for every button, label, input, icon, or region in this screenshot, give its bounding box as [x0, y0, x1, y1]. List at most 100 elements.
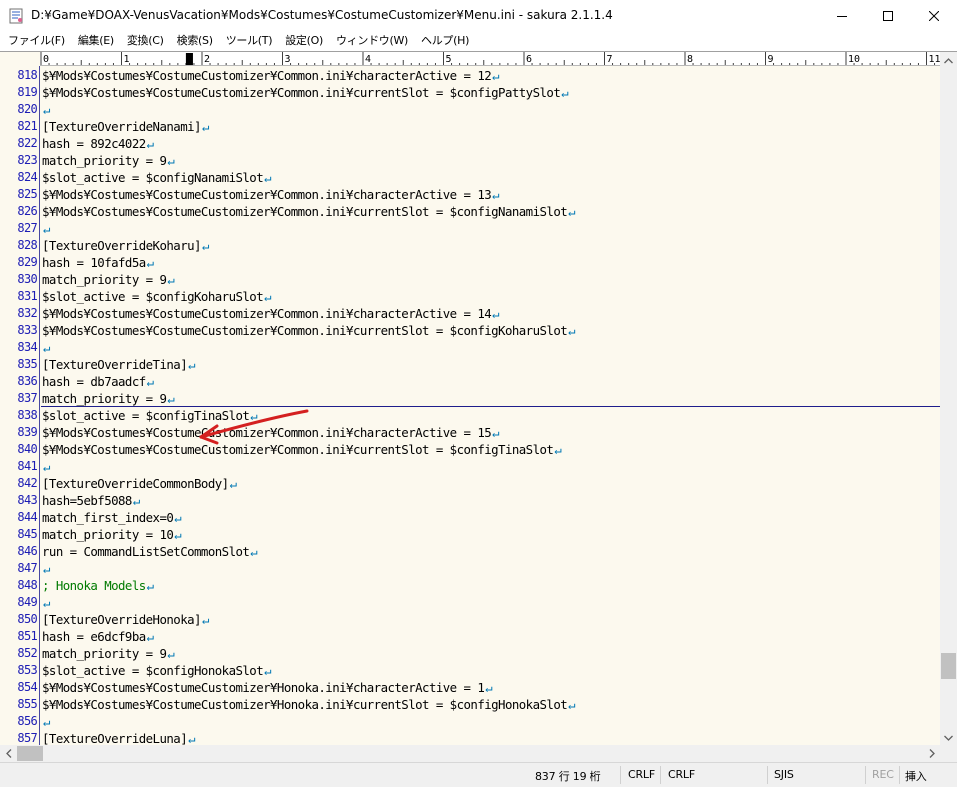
line-number[interactable]: 847: [0, 560, 37, 577]
insert-mode[interactable]: 挿入: [905, 768, 927, 784]
line-number[interactable]: 838: [0, 407, 37, 424]
line-number[interactable]: 834: [0, 339, 37, 356]
line-number[interactable]: 833: [0, 322, 37, 339]
sakura-app-icon[interactable]: [9, 8, 23, 24]
line-number[interactable]: 825: [0, 186, 37, 203]
code-line[interactable]: hash = db7aadcf↵: [42, 373, 154, 390]
code-line[interactable]: $¥Mods¥Costumes¥CostumeCustomizer¥Common…: [42, 186, 500, 203]
line-number[interactable]: 826: [0, 203, 37, 220]
code-line[interactable]: ↵: [42, 220, 50, 237]
code-line[interactable]: match_priority = 9↵: [42, 645, 175, 662]
line-number[interactable]: 822: [0, 135, 37, 152]
line-number[interactable]: 830: [0, 271, 37, 288]
line-number[interactable]: 820: [0, 101, 37, 118]
line-number[interactable]: 831: [0, 288, 37, 305]
line-number[interactable]: 818: [0, 67, 37, 84]
cursor-position[interactable]: 837 行 19 桁: [535, 768, 601, 784]
line-number[interactable]: 835: [0, 356, 37, 373]
code-line[interactable]: ↵: [42, 560, 50, 577]
line-number[interactable]: 828: [0, 237, 37, 254]
code-line[interactable]: [TextureOverrideTina]↵: [42, 356, 196, 373]
line-number[interactable]: 827: [0, 220, 37, 237]
code-line[interactable]: match_priority = 9↵: [42, 271, 175, 288]
code-line[interactable]: $slot_active = $configNanamiSlot↵: [42, 169, 272, 186]
line-number[interactable]: 837: [0, 390, 37, 407]
line-number[interactable]: 852: [0, 645, 37, 662]
code-line[interactable]: $¥Mods¥Costumes¥CostumeCustomizer¥Common…: [42, 305, 500, 322]
line-number[interactable]: 832: [0, 305, 37, 322]
line-number[interactable]: 851: [0, 628, 37, 645]
code-line[interactable]: ↵: [42, 594, 50, 611]
code-line[interactable]: ↵: [42, 458, 50, 475]
eol-type-2[interactable]: CRLF: [668, 768, 695, 781]
menu-file[interactable]: ファイル(F): [2, 31, 72, 51]
line-number[interactable]: 829: [0, 254, 37, 271]
menu-tools[interactable]: ツール(T): [220, 31, 280, 51]
code-line[interactable]: hash = 10fafd5a↵: [42, 254, 154, 271]
line-number[interactable]: 854: [0, 679, 37, 696]
menu-convert[interactable]: 変換(C): [121, 31, 171, 51]
code-line[interactable]: [TextureOverrideNanami]↵: [42, 118, 209, 135]
code-line[interactable]: match_priority = 10↵: [42, 526, 182, 543]
code-line[interactable]: match_priority = 9↵: [42, 152, 175, 169]
menu-search[interactable]: 検索(S): [171, 31, 220, 51]
code-line[interactable]: ↵: [42, 339, 50, 356]
menu-window[interactable]: ウィンドウ(W): [330, 31, 415, 51]
line-number[interactable]: 836: [0, 373, 37, 390]
line-number[interactable]: 849: [0, 594, 37, 611]
vertical-scroll-thumb[interactable]: [941, 653, 956, 679]
comment-line[interactable]: ; Honoka Models↵: [42, 577, 154, 594]
line-number[interactable]: 857: [0, 730, 37, 746]
scroll-down-button[interactable]: [940, 729, 957, 746]
code-line[interactable]: $¥Mods¥Costumes¥CostumeCustomizer¥Honoka…: [42, 679, 493, 696]
code-line[interactable]: match_first_index=0↵: [42, 509, 182, 526]
code-line[interactable]: $slot_active = $configHonokaSlot↵: [42, 662, 272, 679]
scroll-left-button[interactable]: [0, 745, 17, 762]
line-number[interactable]: 819: [0, 84, 37, 101]
code-line[interactable]: ↵: [42, 101, 50, 118]
line-number[interactable]: 840: [0, 441, 37, 458]
line-number[interactable]: 821: [0, 118, 37, 135]
horizontal-scroll-thumb[interactable]: [17, 746, 43, 761]
close-button[interactable]: [911, 0, 957, 31]
column-ruler[interactable]: 0 1 2 3 4 5 6 7 8 9 10 11: [40, 52, 940, 66]
line-number[interactable]: 842: [0, 475, 37, 492]
code-line[interactable]: $¥Mods¥Costumes¥CostumeCustomizer¥Common…: [42, 322, 576, 339]
line-number[interactable]: 855: [0, 696, 37, 713]
code-line[interactable]: $¥Mods¥Costumes¥CostumeCustomizer¥Common…: [42, 67, 500, 84]
line-number[interactable]: 850: [0, 611, 37, 628]
horizontal-scrollbar[interactable]: [0, 745, 940, 762]
line-number[interactable]: 848: [0, 577, 37, 594]
eol-type-1[interactable]: CRLF: [628, 768, 655, 781]
line-number[interactable]: 843: [0, 492, 37, 509]
line-number[interactable]: 845: [0, 526, 37, 543]
line-number[interactable]: 824: [0, 169, 37, 186]
code-line[interactable]: match_priority = 9↵: [42, 390, 175, 407]
line-number[interactable]: 846: [0, 543, 37, 560]
code-line[interactable]: hash=5ebf5088↵: [42, 492, 140, 509]
code-line[interactable]: $¥Mods¥Costumes¥CostumeCustomizer¥Common…: [42, 84, 569, 101]
code-line[interactable]: ↵: [42, 713, 50, 730]
code-line[interactable]: [TextureOverrideCommonBody]↵: [42, 475, 237, 492]
code-line[interactable]: $slot_active = $configKoharuSlot↵: [42, 288, 272, 305]
code-line[interactable]: hash = e6dcf9ba↵: [42, 628, 154, 645]
code-line[interactable]: $¥Mods¥Costumes¥CostumeCustomizer¥Common…: [42, 203, 576, 220]
code-line[interactable]: $¥Mods¥Costumes¥CostumeCustomizer¥Honoka…: [42, 696, 576, 713]
menu-help[interactable]: ヘルプ(H): [415, 31, 476, 51]
code-line[interactable]: hash = 892c4022↵: [42, 135, 154, 152]
line-number[interactable]: 841: [0, 458, 37, 475]
code-line[interactable]: run = CommandListSetCommonSlot↵: [42, 543, 258, 560]
code-line[interactable]: [TextureOverrideKoharu]↵: [42, 237, 209, 254]
encoding[interactable]: SJIS: [774, 768, 794, 781]
line-number[interactable]: 844: [0, 509, 37, 526]
line-number[interactable]: 853: [0, 662, 37, 679]
line-number[interactable]: 839: [0, 424, 37, 441]
minimize-button[interactable]: [819, 0, 865, 31]
scroll-up-button[interactable]: [940, 52, 957, 69]
text-area[interactable]: $¥Mods¥Costumes¥CostumeCustomizer¥Common…: [41, 66, 940, 746]
line-number[interactable]: 823: [0, 152, 37, 169]
line-number[interactable]: 856: [0, 713, 37, 730]
line-number-gutter[interactable]: 818 819 820 821 822 823 824 825 826 827 828 829 830 8…: [0, 66, 40, 746]
vertical-scrollbar[interactable]: [940, 52, 957, 746]
code-line[interactable]: [TextureOverrideHonoka]↵: [42, 611, 209, 628]
